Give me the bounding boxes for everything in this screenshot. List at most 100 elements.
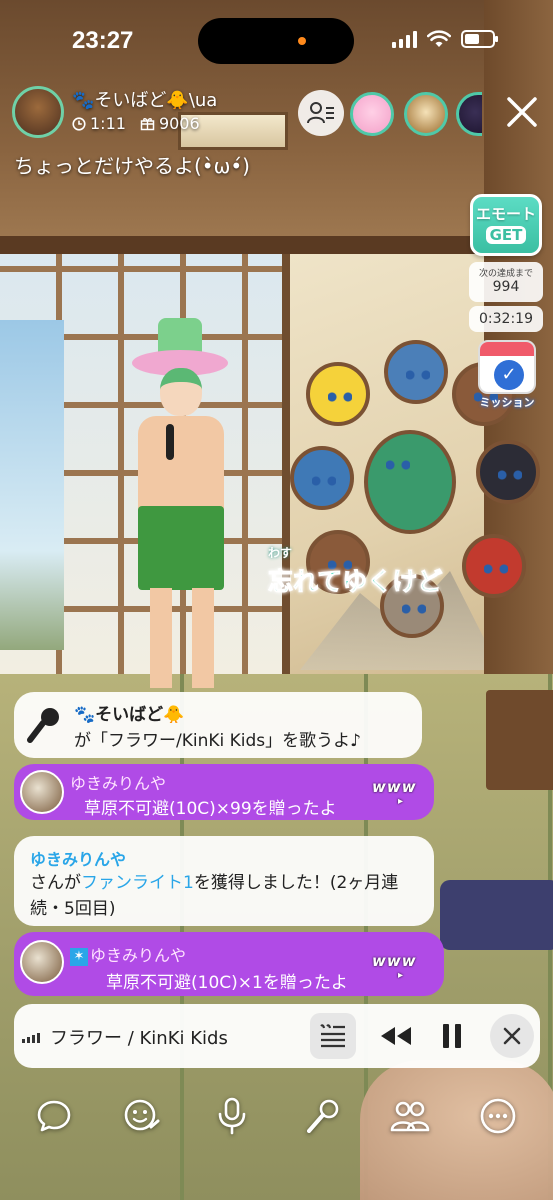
check-icon: ✓: [494, 360, 524, 390]
rewind-icon: [381, 1027, 411, 1045]
status-bar: 23:27: [0, 0, 553, 84]
elapsed-value: 1:11: [90, 114, 126, 133]
gift-stamp-icon: www ▸: [372, 952, 417, 981]
floor-cushion: [440, 880, 553, 950]
bottom-toolbar: [0, 1086, 553, 1146]
close-player-button[interactable]: [490, 1014, 534, 1058]
gift-sender-name[interactable]: ゆきみりんや: [70, 770, 166, 794]
battery-icon: [461, 30, 498, 48]
song-request-message: 🐾そいばど🐥 が「フラワー/KinKi Kids」を歌うよ♪: [14, 692, 422, 758]
lyric-line: 忘れてゆくけど: [267, 567, 443, 597]
equalizer-icon: [22, 1031, 40, 1043]
close-icon: [507, 97, 537, 127]
fan-light-link[interactable]: ファンライト1: [81, 873, 194, 893]
chibi-face: [306, 362, 370, 426]
comment-icon: [37, 1100, 71, 1132]
chibi-face: [290, 446, 354, 510]
avatar-leg: [150, 588, 172, 688]
gift-sender-avatar[interactable]: [20, 770, 64, 814]
viewer-list-button[interactable]: [298, 90, 344, 136]
gift-points-value: 9006: [158, 114, 200, 133]
wifi-icon: [427, 30, 451, 47]
cellular-signal-icon: [392, 30, 417, 48]
collab-button[interactable]: [386, 1092, 434, 1140]
clock-time: 23:27: [72, 27, 134, 54]
elapsed-time: 1:11: [72, 114, 126, 133]
window-view: [0, 320, 64, 650]
now-playing-bar[interactable]: フラワー / KinKi Kids: [14, 1004, 540, 1068]
emote-get-label: GET: [485, 226, 527, 244]
stream-title: ちょっとだけやるよ(•̀ω•́): [14, 154, 250, 178]
viewer-list-icon: [307, 102, 334, 124]
chibi-face: [462, 534, 526, 598]
status-icons: [392, 30, 498, 48]
chibi-face: [364, 430, 456, 534]
karaoke-mic-icon: [307, 1099, 339, 1133]
gift-sender-name-text: ゆきみりんや: [90, 946, 187, 965]
next-goal-counter: 次の達成まで 994: [469, 262, 543, 302]
pause-icon: [443, 1024, 461, 1048]
emote-label: エモート: [475, 205, 536, 223]
mission-label: ミッション: [479, 396, 535, 409]
clock-icon: [72, 116, 86, 131]
avatar-head: [160, 368, 202, 416]
streamer-avatar: [120, 300, 240, 700]
gift-icon: [140, 118, 155, 131]
gift-text: 草原不可避(10C)×1を贈ったよ: [106, 973, 348, 993]
rewind-button[interactable]: [374, 1014, 418, 1058]
microphone-icon: [27, 708, 59, 743]
avatar-leg: [192, 588, 214, 688]
chibi-face: [384, 340, 448, 404]
collab-users-icon: [390, 1101, 430, 1132]
pause-button[interactable]: [430, 1014, 474, 1058]
host-name[interactable]: 🐾そいばど🐥\ua: [72, 86, 217, 112]
more-button[interactable]: [474, 1092, 522, 1140]
mission-button[interactable]: ✓ ミッション: [474, 340, 540, 414]
fan-light-text: さんがファンライト1を獲得しました！(2ヶ月連続・5回目): [30, 870, 420, 922]
host-avatar[interactable]: [12, 86, 64, 138]
dynamic-island: [198, 18, 354, 64]
gift-message: ゆきみりんや 草原不可避(10C)×99を贈ったよ www ▸: [14, 764, 434, 820]
lyric-ruby: わす: [268, 546, 293, 560]
close-stream-button[interactable]: [500, 90, 544, 134]
gift-sender-avatar[interactable]: [20, 940, 64, 984]
low-table: [486, 690, 553, 790]
song-request-user: 🐾そいばど🐥: [74, 705, 185, 725]
emote-get-button[interactable]: エモート GET: [470, 194, 542, 256]
gift-points: 9006: [140, 114, 200, 133]
microphone-icon: [218, 1097, 246, 1135]
gift-message: ✶ ゆきみりんや 草原不可避(10C)×1を贈ったよ www ▸: [14, 932, 444, 996]
karaoke-button[interactable]: [298, 1092, 346, 1140]
fan-light-user[interactable]: ゆきみりんや: [30, 846, 126, 870]
comment-button[interactable]: [30, 1092, 78, 1140]
goal-timer: 0:32:19: [469, 306, 543, 332]
star-badge-icon: ✶: [70, 948, 88, 966]
lyrics-toggle-button[interactable]: [310, 1013, 356, 1059]
stream-stats: 1:11 9006: [72, 114, 200, 133]
emoji-icon: [124, 1099, 160, 1131]
close-icon: [503, 1027, 521, 1045]
gift-sender-name[interactable]: ✶ ゆきみりんや: [70, 942, 186, 966]
chibi-face: [476, 440, 540, 504]
calendar-icon: ✓: [478, 340, 536, 394]
reaction-button[interactable]: [118, 1092, 166, 1140]
fan-light-prefix: さんが: [30, 873, 81, 893]
recording-indicator-icon: [298, 37, 306, 45]
battery-level: [465, 34, 480, 44]
avatar-shorts: [138, 506, 224, 590]
next-goal-value: 994: [492, 279, 520, 295]
now-playing-title: フラワー / KinKi Kids: [50, 1028, 228, 1049]
song-request-text: が「フラワー/KinKi Kids」を歌うよ♪: [74, 731, 362, 751]
gift-stamp-icon: www ▸: [372, 778, 417, 807]
fan-light-message: ゆきみりんや さんがファンライト1を獲得しました！(2ヶ月連続・5回目): [14, 836, 434, 926]
gift-text: 草原不可避(10C)×99を贈ったよ: [84, 799, 337, 819]
more-icon: [480, 1098, 516, 1134]
gift-stamp-text: www: [372, 778, 417, 796]
voice-button[interactable]: [208, 1092, 256, 1140]
viewer-avatar[interactable]: [404, 92, 448, 136]
viewer-avatar[interactable]: [350, 92, 394, 136]
lyrics-icon: [320, 1024, 345, 1048]
gift-stamp-text: www: [372, 952, 417, 970]
avatar-microphone: [166, 424, 174, 460]
next-goal-label: 次の達成まで: [478, 269, 533, 279]
